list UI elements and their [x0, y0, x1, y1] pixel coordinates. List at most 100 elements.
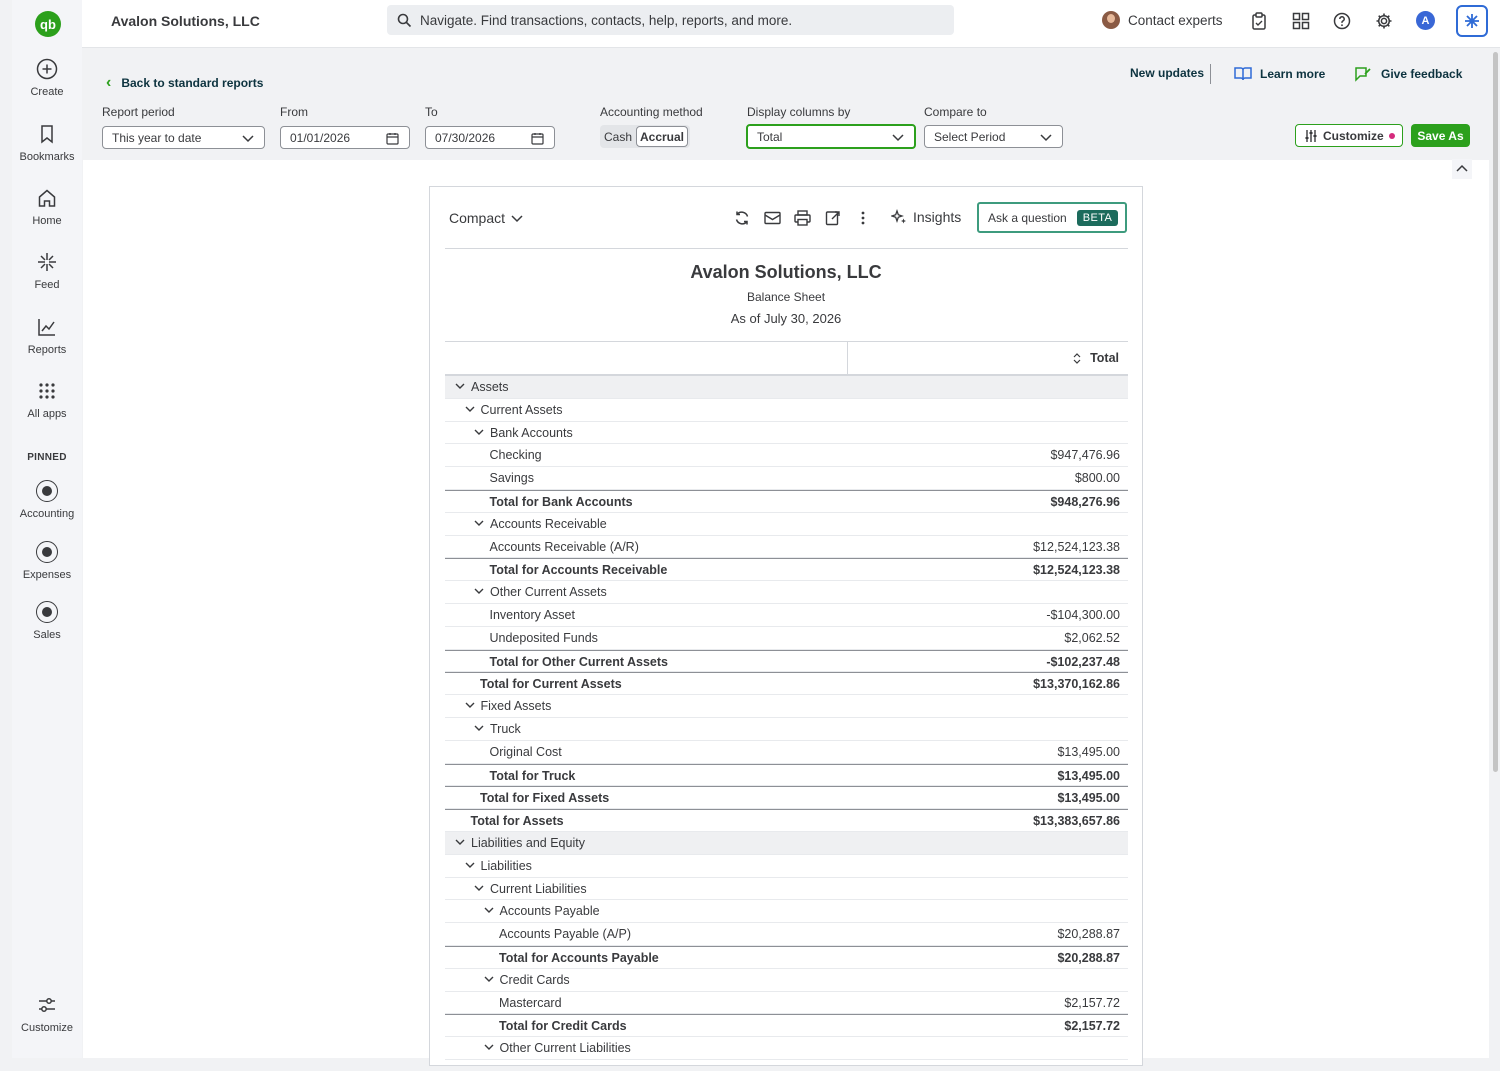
calendar-icon[interactable]	[386, 132, 399, 145]
chevron-down-icon[interactable]	[455, 380, 465, 394]
row-amount[interactable]: -$104,300.00	[1046, 608, 1120, 622]
intuit-assist-button[interactable]	[1456, 5, 1488, 37]
chevron-down-icon[interactable]	[474, 426, 484, 440]
chevron-down-icon[interactable]	[474, 517, 484, 531]
report-period-label: Report period	[102, 105, 175, 119]
account-row[interactable]: Mastercard $2,157.72	[445, 992, 1128, 1015]
group-row: Accounts Payable	[445, 900, 1128, 924]
row-amount[interactable]: $20,288.87	[1057, 927, 1120, 941]
chevron-down-icon[interactable]	[484, 1041, 494, 1055]
contact-experts-button[interactable]: Contact experts	[1102, 11, 1223, 29]
row-label-text: Liabilities	[480, 858, 532, 873]
chevron-down-icon[interactable]	[465, 403, 475, 417]
row-amount[interactable]: $2,062.52	[1064, 631, 1120, 645]
more-vertical-icon[interactable]	[854, 209, 872, 227]
row-amount[interactable]: $12,524,123.38	[1033, 540, 1120, 554]
chevron-down-icon	[511, 215, 523, 223]
nav-sales[interactable]: Sales	[12, 601, 82, 641]
sliders-icon	[39, 998, 55, 1012]
row-amount: $12,524,123.38	[1033, 563, 1120, 578]
row-amount[interactable]: $947,476.96	[1050, 448, 1120, 462]
total-row: Total for Accounts Payable $20,288.87	[445, 945, 1128, 969]
refresh-icon[interactable]	[733, 209, 751, 227]
back-to-reports-link[interactable]: ‹ Back to standard reports	[106, 74, 263, 92]
collapse-filters-button[interactable]	[1452, 159, 1472, 179]
row-amount[interactable]: $2,157.72	[1064, 996, 1120, 1010]
nav-reports[interactable]: Reports	[12, 316, 82, 356]
nav-expenses[interactable]: Expenses	[12, 541, 82, 581]
row-label: Current Liabilities	[474, 882, 587, 896]
method-cash-option[interactable]: Cash	[600, 130, 636, 144]
row-amount[interactable]: $13,495.00	[1057, 745, 1120, 759]
save-as-button[interactable]: Save As	[1411, 124, 1470, 147]
total-column-header[interactable]: Total	[1073, 351, 1119, 365]
nav-all-apps[interactable]: All apps	[12, 380, 82, 420]
row-label-text: Liabilities and Equity	[471, 835, 585, 850]
total-row: Total for Truck $13,495.00	[445, 763, 1128, 787]
chevron-down-icon[interactable]	[484, 904, 494, 918]
to-date-input[interactable]: 07/30/2026	[425, 126, 555, 149]
from-date-input[interactable]: 01/01/2026	[280, 126, 410, 149]
total-row: Total for Credit Cards $2,157.72	[445, 1014, 1128, 1038]
account-row[interactable]: Undeposited Funds $2,062.52	[445, 627, 1128, 650]
give-feedback-link[interactable]: Give feedback	[1354, 66, 1462, 82]
sparkle-icon	[1465, 14, 1479, 28]
from-date-value: 01/01/2026	[290, 130, 351, 145]
account-row[interactable]: Checking $947,476.96	[445, 444, 1128, 468]
print-icon[interactable]	[793, 209, 811, 227]
ask-question-button[interactable]: Ask a question BETA	[977, 202, 1127, 233]
apps-switch-icon[interactable]	[1291, 11, 1311, 31]
display-columns-select[interactable]: Total	[746, 124, 916, 149]
nav-feed[interactable]: Feed	[12, 251, 82, 291]
account-row[interactable]: Original Cost $13,495.00	[445, 741, 1128, 764]
nav-customize[interactable]: Customize	[12, 994, 82, 1034]
chevron-down-icon	[1040, 134, 1052, 142]
chevron-down-icon[interactable]	[465, 699, 475, 713]
learn-more-link[interactable]: Learn more	[1234, 66, 1325, 81]
account-row[interactable]: Accounts Payable (A/P) $20,288.87	[445, 923, 1128, 946]
total-row: Total for Fixed Assets $13,495.00	[445, 786, 1128, 810]
view-density-select[interactable]: Compact	[449, 210, 523, 226]
account-row[interactable]: Savings $800.00	[445, 467, 1128, 490]
total-row: Total for Assets $13,383,657.86	[445, 809, 1128, 832]
insights-button[interactable]: Insights	[891, 209, 961, 225]
scrollbar-thumb[interactable]	[1493, 52, 1498, 772]
calendar-icon[interactable]	[531, 132, 544, 145]
help-icon[interactable]	[1332, 11, 1352, 31]
global-search[interactable]: Navigate. Find transactions, contacts, h…	[387, 5, 954, 35]
clipboard-icon[interactable]	[1249, 11, 1269, 31]
gear-icon[interactable]	[1374, 11, 1394, 31]
compare-to-select[interactable]: Select Period	[924, 125, 1063, 148]
chevron-down-icon[interactable]	[484, 973, 494, 987]
chevron-down-icon[interactable]	[474, 722, 484, 736]
home-icon	[38, 189, 56, 207]
row-label: Total for Accounts Payable	[499, 951, 659, 965]
toolbar-divider	[445, 248, 1128, 249]
report-rows: Assets Current Assets Bank Accounts Checkin…	[445, 376, 1128, 1060]
chevron-down-icon[interactable]	[455, 836, 465, 850]
chevron-down-icon[interactable]	[474, 882, 484, 896]
page-scrollbar[interactable]	[1492, 52, 1500, 772]
new-updates-link[interactable]: New updates	[1130, 66, 1204, 80]
method-accrual-option[interactable]: Accrual	[636, 126, 688, 147]
chevron-down-icon[interactable]	[474, 585, 484, 599]
nav-home[interactable]: Home	[12, 187, 82, 227]
chevron-down-icon[interactable]	[465, 859, 475, 873]
nav-bookmarks[interactable]: Bookmarks	[12, 123, 82, 163]
report-period-select[interactable]: This year to date	[102, 126, 265, 149]
account-row[interactable]: Accounts Receivable (A/R) $12,524,123.38	[445, 536, 1128, 559]
export-icon[interactable]	[824, 209, 842, 227]
account-row[interactable]: Inventory Asset -$104,300.00	[445, 604, 1128, 627]
user-avatar[interactable]: A	[1416, 11, 1435, 30]
nav-accounting[interactable]: Accounting	[12, 480, 82, 520]
nav-create[interactable]: Create	[12, 58, 82, 98]
quickbooks-logo[interactable]: qb	[35, 11, 61, 37]
sparkle-icon	[891, 209, 906, 224]
total-row: Total for Current Assets $13,370,162.86	[445, 672, 1128, 696]
email-icon[interactable]	[763, 209, 781, 227]
row-amount[interactable]: $800.00	[1075, 471, 1120, 485]
customize-button[interactable]: Customize	[1295, 124, 1403, 147]
column-divider	[847, 342, 848, 375]
row-label: Total for Credit Cards	[499, 1019, 627, 1033]
company-name[interactable]: Avalon Solutions, LLC	[111, 13, 260, 29]
